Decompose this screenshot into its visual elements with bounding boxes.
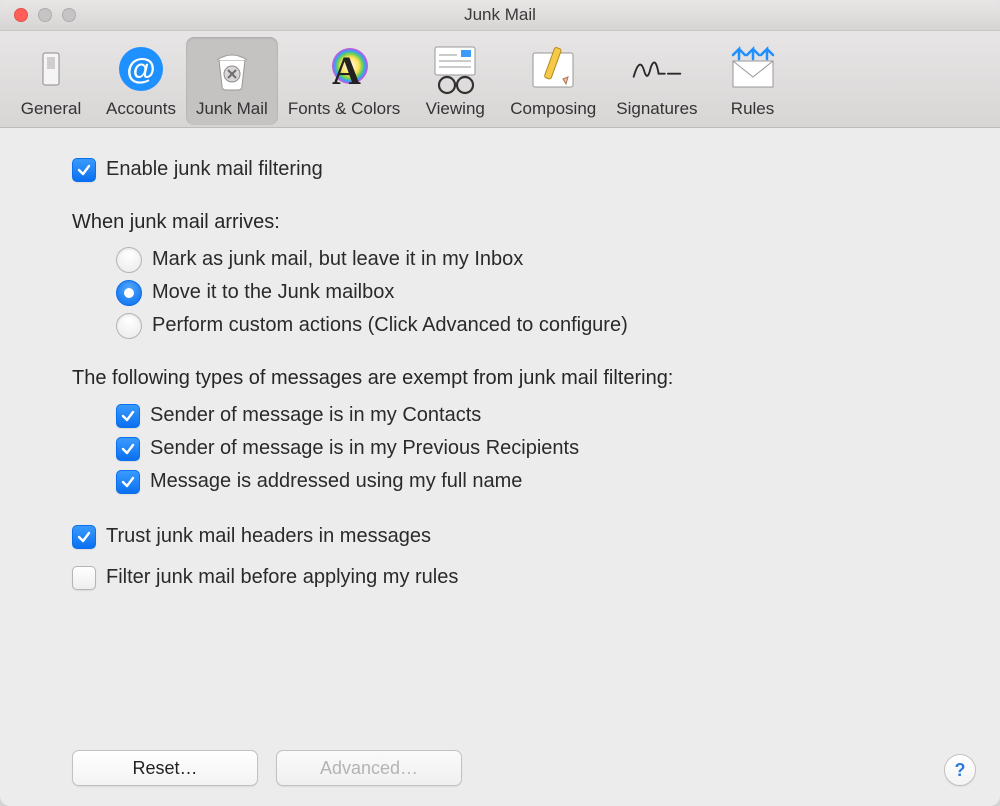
toolbar-tab-viewing[interactable]: Viewing: [410, 37, 500, 125]
checkbox-exempt-fullname[interactable]: [116, 470, 140, 494]
toolbar-tab-fonts-colors[interactable]: A Fonts & Colors: [278, 37, 410, 125]
pencil-icon: [525, 41, 581, 97]
label-enable-filtering: Enable junk mail filtering: [106, 156, 323, 183]
svg-text:@: @: [126, 53, 155, 86]
at-icon: @: [113, 41, 169, 97]
preferences-toolbar: General @ Accounts: [0, 31, 1000, 128]
row-exempt-fullname: Message is addressed using my full name: [116, 468, 970, 495]
signature-icon: [629, 41, 685, 97]
checkbox-enable-filtering[interactable]: [72, 158, 96, 182]
radio-custom-actions[interactable]: [116, 313, 142, 339]
label-custom-actions: Perform custom actions (Click Advanced t…: [152, 312, 628, 339]
window-controls: [14, 8, 76, 22]
fonts-icon: A: [316, 41, 372, 97]
reset-button[interactable]: Reset…: [72, 750, 258, 786]
window-title: Junk Mail: [464, 5, 536, 25]
heading-when-junk-arrives: When junk mail arrives:: [72, 209, 970, 236]
zoom-icon[interactable]: [62, 8, 76, 22]
label-exempt-contacts: Sender of message is in my Contacts: [150, 402, 481, 429]
row-filter-before-rules: Filter junk mail before applying my rule…: [72, 564, 970, 591]
row-arrive-option-custom: Perform custom actions (Click Advanced t…: [116, 312, 970, 339]
toolbar-tab-general[interactable]: General: [6, 37, 96, 125]
toolbar-tab-accounts[interactable]: @ Accounts: [96, 37, 186, 125]
toolbar-label-fonts-colors: Fonts & Colors: [288, 99, 400, 119]
advanced-button[interactable]: Advanced…: [276, 750, 462, 786]
row-exempt-contacts: Sender of message is in my Contacts: [116, 402, 970, 429]
checkbox-exempt-contacts[interactable]: [116, 404, 140, 428]
toolbar-items: General @ Accounts: [6, 37, 994, 125]
row-arrive-option-mark: Mark as junk mail, but leave it in my In…: [116, 246, 970, 273]
label-filter-before-rules: Filter junk mail before applying my rule…: [106, 564, 458, 591]
trash-icon: [204, 41, 260, 97]
checkbox-exempt-previous[interactable]: [116, 437, 140, 461]
close-icon[interactable]: [14, 8, 28, 22]
help-button[interactable]: ?: [944, 754, 976, 786]
checkbox-filter-before-rules[interactable]: [72, 566, 96, 590]
radio-mark-as-junk[interactable]: [116, 247, 142, 273]
toolbar-label-signatures: Signatures: [616, 99, 697, 119]
label-mark-as-junk: Mark as junk mail, but leave it in my In…: [152, 246, 523, 273]
heading-exempt: The following types of messages are exem…: [72, 365, 970, 392]
rules-icon: [725, 41, 781, 97]
preferences-window: Junk Mail General @: [0, 0, 1000, 806]
row-arrive-option-move: Move it to the Junk mailbox: [116, 279, 970, 306]
svg-text:A: A: [332, 48, 361, 93]
toolbar-label-viewing: Viewing: [426, 99, 485, 119]
toolbar-tab-signatures[interactable]: Signatures: [606, 37, 707, 125]
toolbar-tab-rules[interactable]: Rules: [708, 37, 798, 125]
minimize-icon[interactable]: [38, 8, 52, 22]
toolbar-tab-junk-mail[interactable]: Junk Mail: [186, 37, 278, 125]
glasses-icon: [427, 41, 483, 97]
footer-buttons: Reset… Advanced…: [72, 750, 462, 786]
row-trust-headers: Trust junk mail headers in messages: [72, 523, 970, 550]
row-exempt-previous: Sender of message is in my Previous Reci…: [116, 435, 970, 462]
label-trust-headers: Trust junk mail headers in messages: [106, 523, 431, 550]
toolbar-label-general: General: [21, 99, 81, 119]
titlebar: Junk Mail: [0, 0, 1000, 31]
checkbox-trust-headers[interactable]: [72, 525, 96, 549]
label-exempt-previous: Sender of message is in my Previous Reci…: [150, 435, 579, 462]
row-enable-filtering: Enable junk mail filtering: [72, 156, 970, 183]
toolbar-label-accounts: Accounts: [106, 99, 176, 119]
switch-icon: [23, 41, 79, 97]
radio-move-to-junk[interactable]: [116, 280, 142, 306]
toolbar-tab-composing[interactable]: Composing: [500, 37, 606, 125]
label-move-to-junk: Move it to the Junk mailbox: [152, 279, 394, 306]
toolbar-label-rules: Rules: [731, 99, 774, 119]
toolbar-label-composing: Composing: [510, 99, 596, 119]
label-exempt-fullname: Message is addressed using my full name: [150, 468, 522, 495]
toolbar-label-junk-mail: Junk Mail: [196, 99, 268, 119]
content-pane: Enable junk mail filtering When junk mai…: [0, 128, 1000, 806]
